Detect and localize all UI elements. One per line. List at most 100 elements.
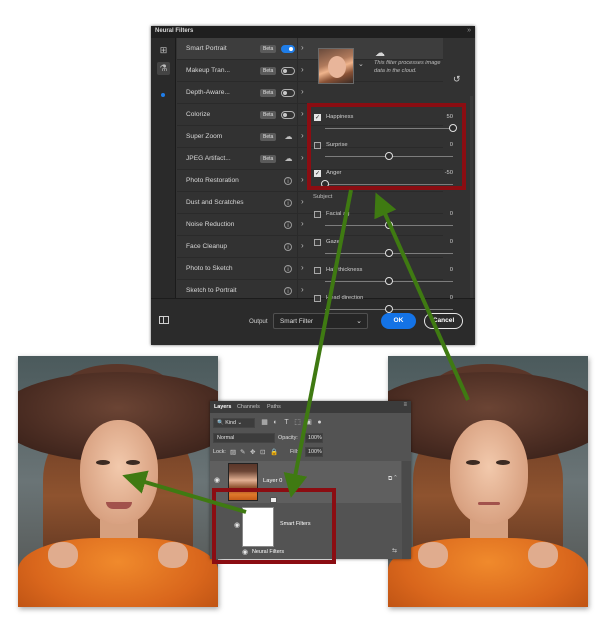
- slider-value[interactable]: 0: [450, 267, 453, 273]
- photo-eye: [466, 460, 480, 465]
- filter-toggle[interactable]: [281, 111, 295, 119]
- lock-all-icon[interactable]: 🔒: [270, 448, 278, 456]
- info-icon[interactable]: i: [284, 221, 292, 229]
- layers-panel-tabs: Layers Channels Paths ≡: [210, 401, 411, 413]
- expression-slider: Hair thickness 0: [311, 266, 463, 288]
- filter-name: Super Zoom: [186, 133, 223, 140]
- chevron-right-icon[interactable]: ›: [301, 65, 304, 74]
- smart-object-filter-icon[interactable]: ▣: [304, 418, 313, 427]
- chevron-down-icon[interactable]: ⌄: [358, 60, 364, 68]
- highlight-smart-filters: [212, 488, 336, 564]
- beta-badge: Beta: [260, 45, 277, 53]
- layers-scrollbar[interactable]: [402, 461, 411, 559]
- beta-badge: Beta: [260, 111, 277, 119]
- window-title: Neural Filters: [155, 28, 194, 34]
- filter-toggle-icon[interactable]: ●: [315, 418, 324, 427]
- chevron-right-icon[interactable]: ›: [301, 43, 304, 52]
- highlight-expression-sliders: [307, 103, 466, 190]
- info-icon[interactable]: i: [284, 287, 292, 295]
- slider-label: Facial ag: [326, 211, 350, 217]
- slider-value[interactable]: 0: [450, 211, 453, 217]
- panel-menu-icon[interactable]: ≡: [403, 402, 407, 408]
- filter-toggle[interactable]: [281, 67, 295, 75]
- chevron-right-icon[interactable]: ›: [301, 175, 304, 184]
- fill-field[interactable]: 100%: [305, 447, 323, 457]
- chevron-right-icon[interactable]: ›: [301, 87, 304, 96]
- slider-label: Hair thickness: [326, 267, 363, 273]
- preview-toggle-icon[interactable]: [159, 316, 169, 324]
- info-icon[interactable]: i: [284, 177, 292, 185]
- expression-slider: Head direction 0: [311, 294, 463, 316]
- beta-badge: Beta: [260, 133, 277, 141]
- reset-icon[interactable]: ↺: [453, 74, 461, 85]
- smart-filter-indicator-icon[interactable]: ⧉ ⌃: [388, 476, 397, 483]
- tab-paths[interactable]: Paths: [267, 404, 281, 410]
- blend-mode-select[interactable]: Normal: [213, 433, 275, 443]
- info-icon[interactable]: i: [284, 243, 292, 251]
- chevron-right-icon[interactable]: ›: [301, 241, 304, 250]
- slider-checkbox[interactable]: [314, 239, 321, 246]
- info-icon[interactable]: i: [284, 199, 292, 207]
- filter-name: Photo Restoration: [186, 177, 239, 184]
- lock-artboard-icon[interactable]: ⊡: [260, 448, 265, 456]
- chevron-right-icon[interactable]: ›: [301, 285, 304, 294]
- slider-checkbox[interactable]: [314, 211, 321, 218]
- filter-name: Smart Portrait: [186, 45, 227, 52]
- beta-filters-flask-icon[interactable]: ⚗: [157, 62, 170, 75]
- visibility-eye-icon[interactable]: ◉: [214, 476, 220, 484]
- info-icon[interactable]: i: [284, 265, 292, 273]
- opacity-field[interactable]: 100%: [305, 433, 323, 443]
- cloud-download-icon[interactable]: ☁: [283, 131, 294, 142]
- type-layer-filter-icon[interactable]: T: [282, 418, 291, 427]
- slider-checkbox[interactable]: [314, 267, 321, 274]
- tab-layers[interactable]: Layers: [214, 404, 231, 410]
- filter-item[interactable]: Depth-Aware... Beta ›: [177, 82, 443, 104]
- slider-knob[interactable]: [385, 249, 393, 257]
- photo-hand: [418, 542, 448, 568]
- layer-filter-select[interactable]: 🔍 Kind ⌄: [213, 418, 255, 428]
- subject-section-heading: Subject: [313, 194, 333, 200]
- filter-name: Makeup Tran...: [186, 67, 230, 74]
- tool-column: ⊞ ⚗: [151, 38, 176, 298]
- adjustment-layer-filter-icon[interactable]: ◐: [271, 418, 280, 427]
- fill-label: Fill:: [290, 449, 299, 455]
- slider-knob[interactable]: [385, 277, 393, 285]
- layer-name[interactable]: Layer 0: [263, 478, 282, 484]
- slider-knob[interactable]: [385, 305, 393, 313]
- portrait-photo-original: [388, 356, 588, 607]
- filter-toggle[interactable]: [281, 89, 295, 97]
- slider-knob[interactable]: [385, 221, 393, 229]
- blend-mode-value: Normal: [217, 435, 235, 441]
- chevron-right-icon[interactable]: ›: [301, 153, 304, 162]
- filter-toggle[interactable]: [281, 45, 295, 53]
- filter-name: Noise Reduction: [186, 221, 235, 228]
- photo-smile: [106, 502, 132, 509]
- slider-value[interactable]: 0: [450, 295, 453, 301]
- reference-image-thumbnail[interactable]: [318, 48, 354, 84]
- lock-image-icon[interactable]: ✎: [240, 448, 245, 456]
- add-to-selection-icon[interactable]: ⊞: [157, 44, 170, 57]
- notification-dot-icon: [161, 93, 165, 97]
- cloud-download-icon[interactable]: ☁: [283, 153, 294, 164]
- collapse-icon[interactable]: »: [467, 27, 471, 34]
- layer-filter-value: Kind: [225, 420, 237, 426]
- chevron-right-icon[interactable]: ›: [301, 263, 304, 272]
- lock-position-icon[interactable]: ✥: [250, 448, 255, 456]
- chevron-right-icon[interactable]: ›: [301, 219, 304, 228]
- pixel-layer-filter-icon[interactable]: ▦: [260, 418, 269, 427]
- chevron-right-icon[interactable]: ›: [301, 131, 304, 140]
- filter-blending-options-icon[interactable]: ⇆: [392, 547, 397, 554]
- slider-checkbox[interactable]: [314, 295, 321, 302]
- settings-scrollbar[interactable]: [470, 96, 473, 301]
- chevron-right-icon[interactable]: ›: [301, 197, 304, 206]
- lock-transparent-icon[interactable]: ▨: [230, 448, 236, 456]
- photo-hand: [158, 542, 188, 568]
- chevron-right-icon[interactable]: ›: [301, 109, 304, 118]
- opacity-label: Opacity:: [278, 435, 298, 441]
- cloud-icon: ☁: [375, 48, 385, 59]
- slider-value[interactable]: 0: [450, 239, 453, 245]
- filter-item[interactable]: Smart Portrait Beta ›: [177, 38, 443, 60]
- shape-layer-filter-icon[interactable]: ⬚: [293, 418, 302, 427]
- tab-channels[interactable]: Channels: [237, 404, 260, 410]
- window-titlebar: Neural Filters »: [151, 26, 475, 38]
